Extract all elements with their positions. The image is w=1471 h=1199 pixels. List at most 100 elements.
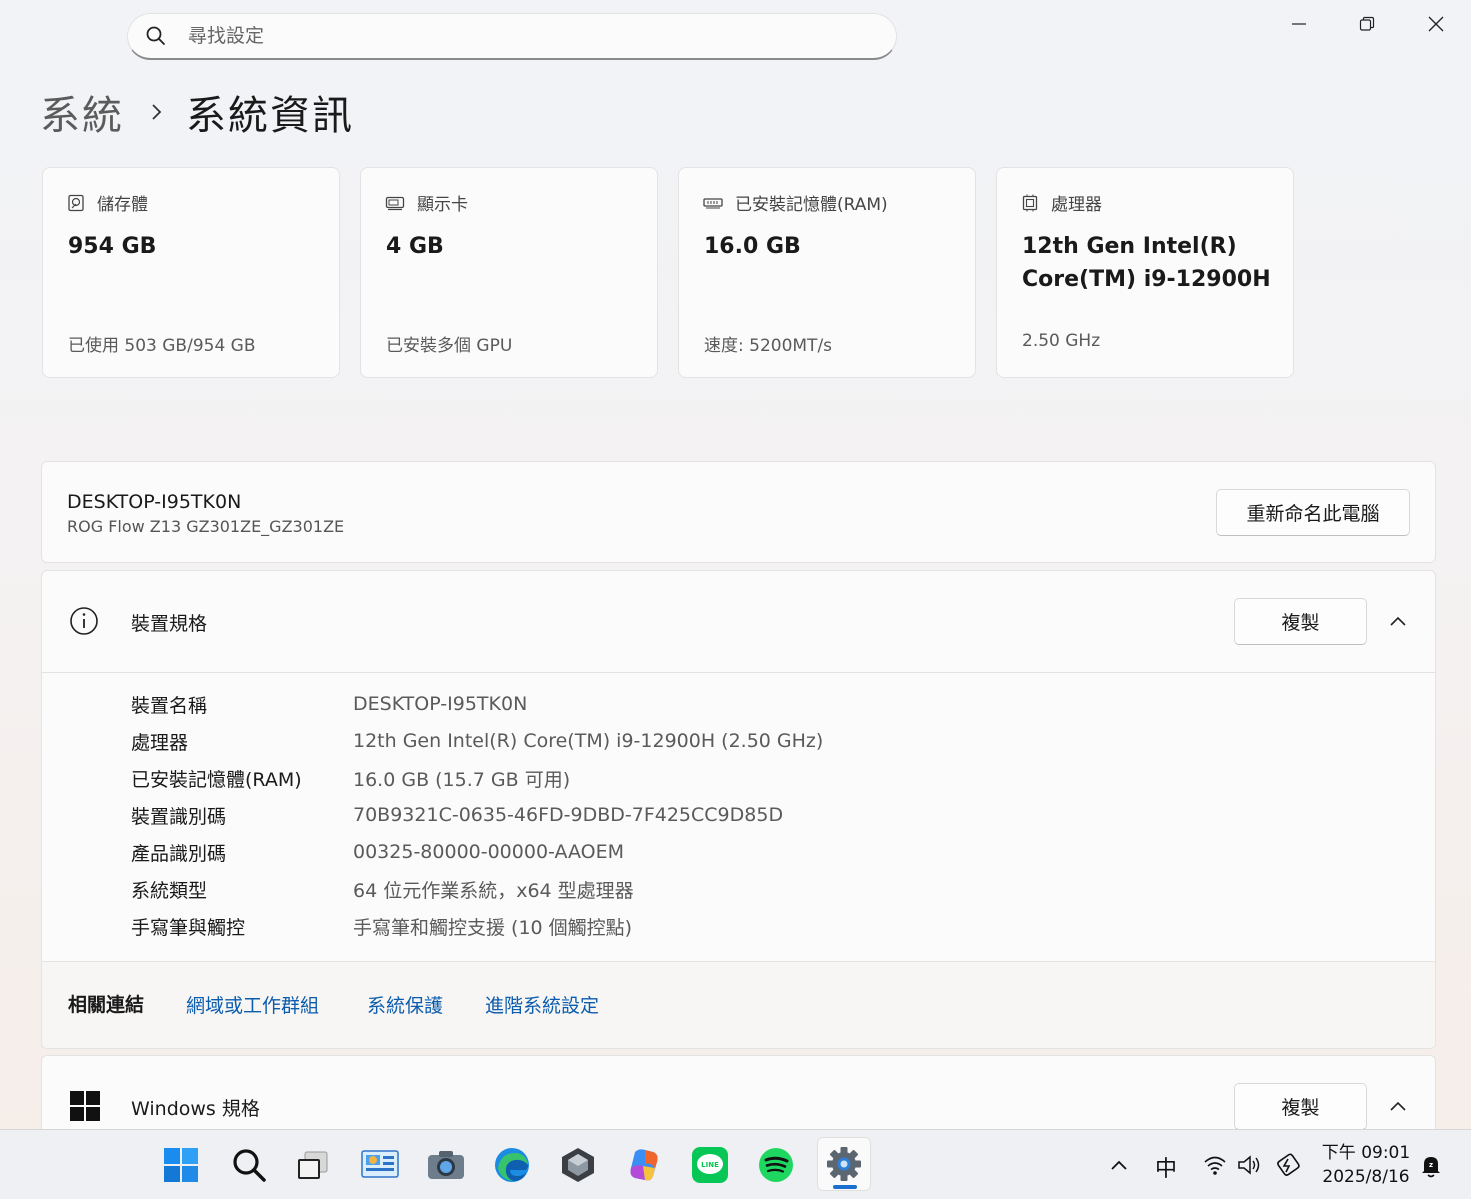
spec-key: 已安裝記憶體(RAM): [131, 768, 302, 791]
spec-key: 處理器: [131, 731, 189, 754]
related-links-bar: 相關連結 網域或工作群組 系統保護 進階系統設定: [42, 961, 1435, 1048]
task-view-button[interactable]: [288, 1140, 338, 1190]
spec-row: 手寫筆與觸控 手寫筆和觸控支援 (10 個觸控點): [131, 911, 632, 941]
spec-row: 處理器 12th Gen Intel(R) Core(TM) i9-12900H…: [131, 726, 823, 756]
card-subtext: 速度: 5200MT/s: [704, 336, 833, 356]
spec-row: 系統類型 64 位元作業系統，x64 型處理器: [131, 874, 634, 904]
settings-gear-icon: [827, 1147, 861, 1181]
domain-workgroup-link[interactable]: 網域或工作群組: [186, 991, 319, 1018]
section-title: Windows 規格: [131, 1098, 260, 1120]
copilot-app[interactable]: [619, 1140, 669, 1190]
notification-bell-icon[interactable]: z: [1420, 1154, 1442, 1178]
spec-value: 00325-80000-00000-AAOEM: [353, 841, 625, 863]
control-panel-app[interactable]: [355, 1140, 405, 1190]
breadcrumb: 系統 系統資訊: [40, 82, 354, 142]
ram-icon: [703, 197, 723, 208]
cpu-card: 處理器 12th Gen Intel(R) Core(TM) i9-12900H…: [996, 167, 1294, 378]
copilot-icon: [630, 1149, 658, 1181]
spec-row: 已安裝記憶體(RAM) 16.0 GB (15.7 GB 可用): [131, 763, 570, 793]
spec-row: 產品識別碼 00325-80000-00000-AAOEM: [131, 837, 624, 867]
storage-card: 儲存體 954 GB 已使用 503 GB/954 GB: [42, 167, 340, 378]
card-value: 12th Gen Intel(R) Core(TM) i9-12900H: [1022, 234, 1271, 292]
taskbar-search-button[interactable]: [224, 1140, 274, 1190]
card-value: 16.0 GB: [704, 234, 801, 259]
settings-app[interactable]: [817, 1137, 871, 1191]
restore-button[interactable]: [1342, 8, 1392, 40]
spec-key: 手寫筆與觸控: [131, 916, 246, 939]
spotify-app[interactable]: [751, 1140, 801, 1190]
ram-card: 已安裝記憶體(RAM) 16.0 GB 速度: 5200MT/s: [678, 167, 976, 378]
wifi-icon[interactable]: [1203, 1154, 1227, 1176]
edge-app[interactable]: [487, 1140, 537, 1190]
card-subtext: 已安裝多個 GPU: [386, 336, 513, 356]
control-panel-icon: [361, 1150, 399, 1178]
svg-text:LINE: LINE: [701, 1161, 719, 1169]
search-box[interactable]: [127, 13, 897, 60]
chevron-up-icon[interactable]: [1109, 1158, 1129, 1172]
device-specs-panel: 裝置規格 複製 裝置名稱 DESKTOP-I95TK0N 處理器 12th Ge…: [41, 570, 1436, 1049]
copy-button[interactable]: 複製: [1234, 1083, 1367, 1130]
spec-value: 64 位元作業系統，x64 型處理器: [353, 879, 634, 902]
spec-value: 12th Gen Intel(R) Core(TM) i9-12900H (2.…: [353, 730, 824, 752]
card-label: 已安裝記憶體(RAM): [735, 195, 888, 215]
windows-specs-panel[interactable]: Windows 規格 複製: [41, 1055, 1436, 1130]
svg-text:z: z: [1429, 1161, 1433, 1169]
device-model: ROG Flow Z13 GZ301ZE_GZ301ZE: [67, 517, 345, 536]
spotify-icon: [759, 1148, 793, 1182]
line-messenger-icon: LINE: [692, 1147, 728, 1183]
rename-pc-button[interactable]: 重新命名此電腦: [1216, 489, 1410, 536]
card-label: 儲存體: [97, 195, 148, 215]
unity-hub-icon: [562, 1148, 594, 1182]
search-icon: [146, 26, 165, 45]
edge-browser-icon: [495, 1148, 529, 1182]
spec-key: 產品識別碼: [131, 842, 227, 865]
card-subtext: 已使用 503 GB/954 GB: [68, 336, 256, 356]
spec-key: 裝置名稱: [131, 694, 208, 717]
task-view-icon: [298, 1151, 328, 1179]
windows-start-icon: [164, 1148, 198, 1182]
device-name-panel: DESKTOP-I95TK0N ROG Flow Z13 GZ301ZE_GZ3…: [41, 461, 1436, 563]
start-button[interactable]: [156, 1140, 206, 1190]
camera-app[interactable]: [421, 1140, 471, 1190]
spec-row: 裝置名稱 DESKTOP-I95TK0N: [131, 689, 527, 719]
spec-value: DESKTOP-I95TK0N: [353, 693, 528, 715]
minimize-button[interactable]: [1274, 8, 1324, 40]
battery-charging-icon[interactable]: [1274, 1152, 1302, 1176]
ime-indicator[interactable]: 中: [1155, 1151, 1177, 1183]
card-value: 4 GB: [386, 234, 444, 259]
chevron-up-icon[interactable]: [1389, 614, 1407, 628]
chevron-right-icon: [152, 104, 162, 120]
spec-value: 70B9321C-0635-46FD-9DBD-7F425CC9D85D: [353, 804, 784, 826]
card-label: 處理器: [1051, 195, 1102, 215]
clock-time: 下午 09:01: [1321, 1143, 1411, 1163]
system-protection-link[interactable]: 系統保護: [367, 991, 443, 1018]
related-links-label: 相關連結: [68, 994, 145, 1016]
line-app[interactable]: LINE: [685, 1140, 735, 1190]
device-specs-header[interactable]: 裝置規格 複製: [42, 571, 1435, 673]
close-button[interactable]: [1411, 8, 1461, 40]
unity-app[interactable]: [553, 1140, 603, 1190]
taskbar: LINE 中 下午 09:01 2025/8/16 z: [0, 1129, 1471, 1199]
minimize-icon: [1292, 23, 1306, 25]
gpu-card: 顯示卡 4 GB 已安裝多個 GPU: [360, 167, 658, 378]
device-name: DESKTOP-I95TK0N: [67, 491, 242, 513]
clock-date: 2025/8/16: [1322, 1167, 1410, 1187]
breadcrumb-parent[interactable]: 系統: [40, 83, 124, 141]
gpu-icon: [385, 196, 405, 210]
close-icon: [1428, 16, 1444, 32]
spec-row: 裝置識別碼 70B9321C-0635-46FD-9DBD-7F425CC9D8…: [131, 800, 783, 830]
card-subtext: 2.50 GHz: [1022, 331, 1101, 351]
info-icon: [70, 607, 98, 635]
windows-logo-icon: [70, 1091, 100, 1121]
copy-button[interactable]: 複製: [1234, 598, 1367, 645]
active-app-indicator: [833, 1185, 857, 1189]
card-value: 954 GB: [68, 234, 157, 259]
page-title: 系統資訊: [186, 93, 354, 139]
restore-icon: [1359, 16, 1375, 31]
spec-key: 裝置識別碼: [131, 805, 227, 828]
search-input[interactable]: [188, 25, 788, 47]
advanced-system-settings-link[interactable]: 進階系統設定: [485, 991, 599, 1018]
clock[interactable]: 下午 09:01 2025/8/16: [1316, 1141, 1416, 1189]
chevron-up-icon[interactable]: [1389, 1099, 1407, 1113]
volume-icon[interactable]: [1237, 1154, 1263, 1176]
